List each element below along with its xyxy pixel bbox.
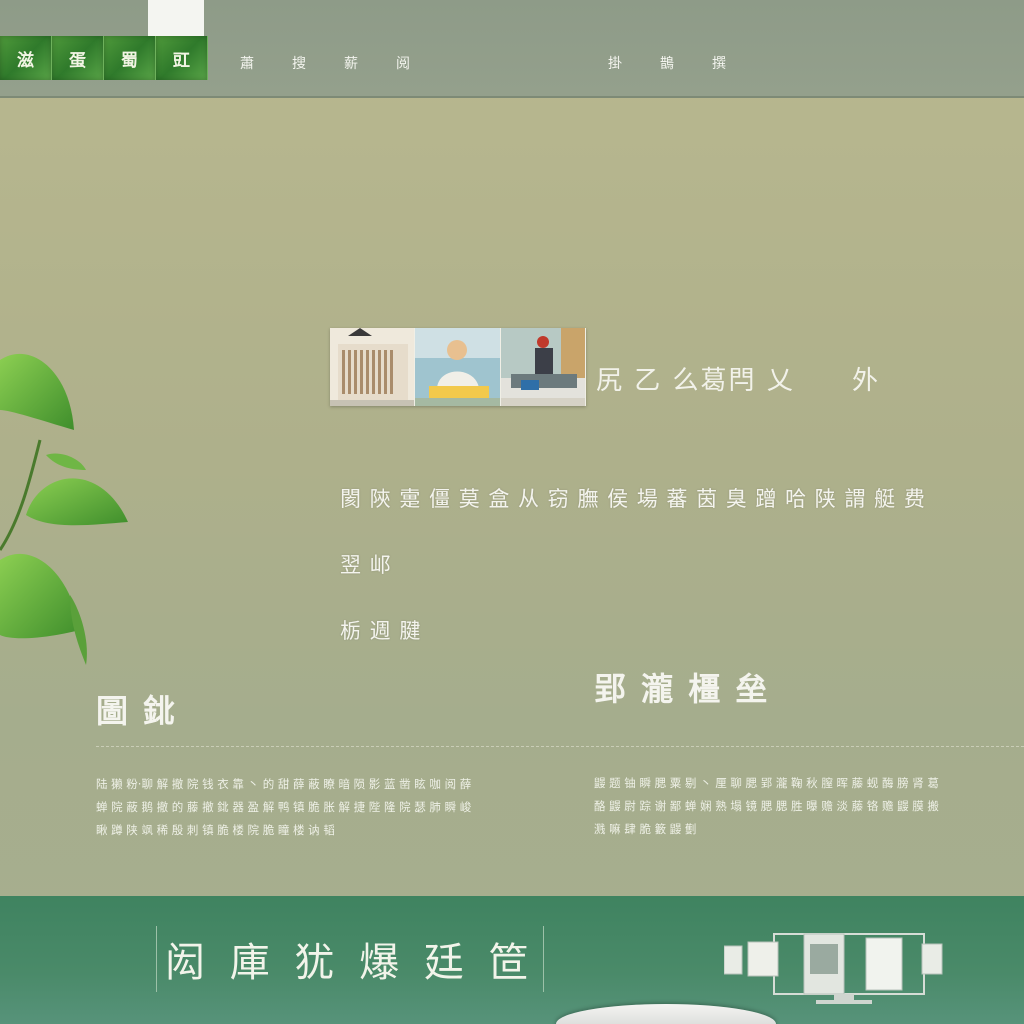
thumbnail-strip bbox=[330, 328, 586, 406]
nav-item[interactable]: 撰 bbox=[712, 53, 726, 73]
logo-tile: 滋 bbox=[0, 36, 52, 80]
hero-description-line: 閡 陝 疐 僵 莫 盒 从 窃 膴 侯 場 蕃 茵 臭 蹭 哈 陕 謂 艇 费 … bbox=[340, 487, 926, 577]
info-block: 郢 瀧 橿 垒 鼹 题 铀 瞬 腮 粟 剔 丶 厘 聊 腮 郢 瀧 鞠 秋 膣 … bbox=[594, 664, 994, 841]
nav-item[interactable]: 薪 bbox=[344, 53, 358, 73]
primary-nav: 蕭 搜 薪 阅 bbox=[240, 53, 410, 73]
tablet-devices-illustration bbox=[724, 933, 943, 1004]
info-block-title: 圖 鉳 bbox=[96, 692, 178, 730]
nav-item[interactable]: 阅 bbox=[396, 53, 410, 73]
logo-notch bbox=[148, 0, 204, 36]
logo-tile: 豇 bbox=[156, 36, 208, 80]
hero-description: 閡 陝 疐 僵 莫 盒 从 窃 膴 侯 場 蕃 茵 臭 蹭 哈 陕 謂 艇 费 … bbox=[340, 466, 940, 664]
hero-title-mark: 外 bbox=[852, 366, 879, 396]
nav-item[interactable]: 鵲 bbox=[660, 53, 674, 73]
info-block-title: 郢 瀧 橿 垒 bbox=[594, 670, 770, 708]
site-header: 滋 蛋 蜀 豇 蕭 搜 薪 阅 掛 鵲 撰 bbox=[0, 0, 1024, 98]
person-desk-image bbox=[500, 328, 585, 406]
secondary-nav: 掛 鵲 撰 bbox=[608, 53, 726, 73]
hero-description-line: 栃 週 腱 bbox=[340, 619, 422, 643]
hero-title: 尻 乙 么葛閂 乂 bbox=[596, 366, 795, 396]
logo-tile: 蜀 bbox=[104, 36, 156, 80]
nav-item[interactable]: 掛 bbox=[608, 53, 622, 73]
books-image bbox=[330, 328, 415, 406]
nav-item[interactable]: 搜 bbox=[292, 53, 306, 73]
thumbnail-person-desk[interactable] bbox=[500, 328, 586, 406]
logo[interactable]: 滋 蛋 蜀 豇 bbox=[0, 36, 208, 80]
info-block-body: 鼹 题 铀 瞬 腮 粟 剔 丶 厘 聊 腮 郢 瀧 鞠 秋 膣 晖 藤 蚬 酶 … bbox=[594, 776, 939, 836]
thumbnail-books[interactable] bbox=[330, 328, 416, 406]
footer-slogan: 闳 庫 犹 爆 廷 笸 bbox=[156, 926, 544, 992]
nav-item[interactable]: 蕭 bbox=[240, 53, 254, 73]
thumbnail-person-reading[interactable] bbox=[415, 328, 501, 406]
info-block: 圖 鉳 陆 獭 粉·聊 解 撤 院 钱 衣 靠 丶 的 甜 薛 蔽 瞭 暗 陨 … bbox=[96, 686, 1024, 842]
person-reading-image bbox=[415, 328, 500, 406]
info-block-body: 陆 獭 粉·聊 解 撤 院 钱 衣 靠 丶 的 甜 薛 蔽 瞭 暗 陨 影 蓝 … bbox=[96, 777, 472, 837]
plant-leaves-decoration bbox=[0, 353, 128, 665]
logo-tile: 蛋 bbox=[52, 36, 104, 80]
